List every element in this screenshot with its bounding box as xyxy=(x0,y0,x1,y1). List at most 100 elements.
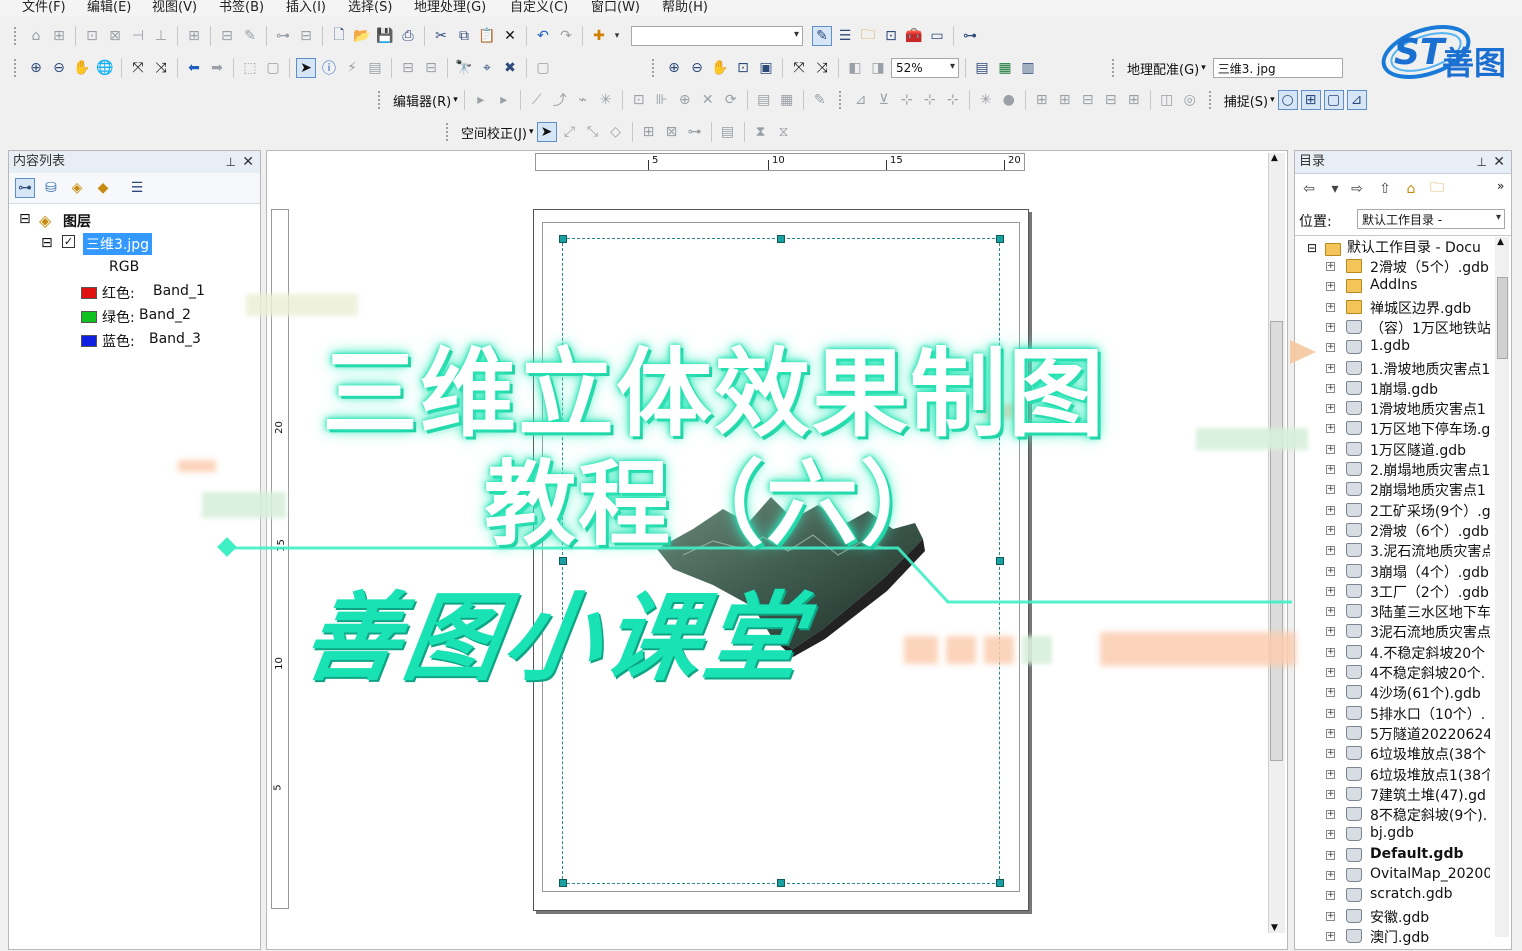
sketch-properties-icon[interactable]: ▦ xyxy=(777,90,797,110)
reshape-icon[interactable]: ⊠ xyxy=(105,26,125,46)
pan-icon[interactable]: ✋ xyxy=(72,58,92,78)
expand-icon[interactable]: + xyxy=(1326,789,1335,799)
collapse-layer-icon[interactable]: ⊟ xyxy=(41,235,53,251)
scroll-up-icon[interactable]: ▲ xyxy=(1271,153,1278,163)
catalog-item[interactable]: +1万区地下停车场.g xyxy=(1326,419,1490,439)
save-icon[interactable]: 💾 xyxy=(375,26,395,46)
expand-icon[interactable]: + xyxy=(1326,891,1335,901)
topo-edit-3-icon[interactable]: ⊹ xyxy=(943,90,963,110)
catalog-item[interactable]: +6垃圾堆放点1(38个 xyxy=(1326,765,1490,785)
arctoolbox-icon[interactable]: 🧰 xyxy=(904,26,924,46)
reshape-feature-icon[interactable]: ⊪ xyxy=(652,90,672,110)
view-link-table-icon[interactable]: ▤ xyxy=(718,122,738,142)
home-icon[interactable]: ⌂ xyxy=(1401,179,1421,199)
menu-insert[interactable]: 插入(I) xyxy=(286,0,326,15)
selection-handle[interactable] xyxy=(996,879,1004,887)
find-binoculars-icon[interactable]: 🔭 xyxy=(454,58,474,78)
edit-vertices-icon[interactable]: ⊡ xyxy=(82,26,102,46)
tool-icon[interactable]: ⊞ xyxy=(49,26,69,46)
edge-match-icon[interactable]: ⊠ xyxy=(662,122,682,142)
edit-vertices-tool-icon[interactable]: ⊡ xyxy=(629,90,649,110)
expand-icon[interactable]: + xyxy=(1326,465,1335,474)
xy-icon[interactable]: ✖ xyxy=(500,58,520,78)
topo-edit-2-icon[interactable]: ⊹ xyxy=(920,90,940,110)
expand-icon[interactable]: + xyxy=(1326,810,1335,820)
catalog-item[interactable]: +2滑坡（6个）.gdb xyxy=(1326,521,1490,541)
attribute-icon[interactable]: ⊟ xyxy=(217,26,237,46)
fixed-zoom-out-icon[interactable]: ⤨ xyxy=(151,58,171,78)
scrollbar-thumb[interactable] xyxy=(1497,277,1508,359)
expand-icon[interactable]: + xyxy=(1326,343,1335,353)
catalog-item[interactable]: +3.泥石流地质灾害点 xyxy=(1326,541,1490,561)
modify-link-icon[interactable]: ⤡ xyxy=(583,122,603,142)
layer-name-selected[interactable]: 三维3.jpg xyxy=(83,233,153,255)
new-displacement-link-icon[interactable]: ⤢ xyxy=(560,122,580,142)
table-icon[interactable]: ⊟ xyxy=(296,26,316,46)
parcel-4-icon[interactable]: ⊟ xyxy=(1101,90,1121,110)
redo-icon[interactable]: ↷ xyxy=(556,26,576,46)
pin-icon[interactable]: ⊥ xyxy=(226,151,236,173)
delete-icon[interactable]: ✕ xyxy=(500,26,520,46)
expand-icon[interactable]: + xyxy=(1326,708,1335,718)
snap-edge-icon[interactable]: ▢ xyxy=(1323,90,1344,110)
model-builder-icon[interactable]: ⊶ xyxy=(960,26,980,46)
new-document-icon[interactable]: 🗋 xyxy=(329,26,349,46)
expand-icon[interactable]: + xyxy=(1326,911,1335,921)
point-tool-icon[interactable]: ✳ xyxy=(596,90,616,110)
menu-bookmarks[interactable]: 书签(B) xyxy=(219,0,264,15)
topology-tool-icon[interactable]: ⊿ xyxy=(851,90,871,110)
expand-icon[interactable]: + xyxy=(1326,749,1335,759)
expand-icon[interactable]: + xyxy=(1326,850,1335,860)
catalog-item[interactable]: +4不稳定斜坡20个. xyxy=(1326,663,1490,683)
identify-icon[interactable]: ⌂ xyxy=(26,26,46,46)
edit-annotation-icon[interactable]: ▸ xyxy=(494,90,514,110)
expand-icon[interactable]: + xyxy=(1326,363,1335,373)
attributes-icon[interactable]: ▤ xyxy=(754,90,774,110)
parcel-icon[interactable]: ⊞ xyxy=(1032,90,1052,110)
layer-visibility-checkbox[interactable]: ✓ xyxy=(62,235,75,248)
location-combo[interactable]: 默认工作目录 - ▾ xyxy=(1357,209,1505,229)
list-by-selection-icon[interactable]: ◆ xyxy=(93,178,113,198)
pin-icon[interactable]: ⊥ xyxy=(1477,151,1487,173)
expand-icon[interactable]: + xyxy=(1326,728,1335,738)
catalog-item[interactable]: +1.gdb xyxy=(1326,338,1490,358)
chevron-down-icon[interactable]: ▾ xyxy=(612,26,622,46)
fixed-zoom-in-layout-icon[interactable]: ⤧ xyxy=(789,58,809,78)
catalog-item[interactable]: +2工矿采场(9个）.g xyxy=(1326,501,1490,521)
toggle-draft-icon[interactable]: ▤ xyxy=(972,58,992,78)
snap-vertex-icon[interactable]: ⊞ xyxy=(1300,90,1321,110)
catalog-item[interactable]: +1万区隧道.gdb xyxy=(1326,440,1490,460)
back-arrow-icon[interactable]: ⬅ xyxy=(184,58,204,78)
cut-icon[interactable]: ✂ xyxy=(431,26,451,46)
catalog-item[interactable]: + 澳门.gdb xyxy=(1326,927,1490,947)
catalog-item[interactable]: +3陆堇三水区地下车 xyxy=(1326,602,1490,622)
chevron-down-icon[interactable]: ▾ xyxy=(1325,179,1345,199)
zoom-percent-combo[interactable]: 52% ▾ xyxy=(891,58,959,78)
parcel-5-icon[interactable]: ⊞ xyxy=(1124,90,1144,110)
expand-icon[interactable]: + xyxy=(1326,586,1335,596)
catalog-item[interactable]: +1滑坡地质灾害点1 xyxy=(1326,399,1490,419)
identify-info-icon[interactable]: ⓘ xyxy=(319,58,339,78)
catalog-item[interactable]: + scratch.gdb xyxy=(1326,886,1490,906)
catalog-item[interactable]: + AddIns xyxy=(1326,277,1490,297)
table-of-contents-icon[interactable]: ☰ xyxy=(835,26,855,46)
zoom-whole-page-icon[interactable]: ⊡ xyxy=(733,58,753,78)
rotate-icon[interactable]: ⟳ xyxy=(721,90,741,110)
menu-customize[interactable]: 自定义(C) xyxy=(510,0,568,15)
catalog-item[interactable]: +5万隧道20220624 xyxy=(1326,724,1490,744)
close-icon[interactable]: ✕ xyxy=(242,151,254,173)
catalog-item[interactable]: +2.崩塌地质灾害点1 xyxy=(1326,460,1490,480)
connect-folder-icon[interactable]: 🗀 xyxy=(1427,179,1447,199)
menu-selection[interactable]: 选择(S) xyxy=(348,0,392,15)
time-slider-icon[interactable]: ⊟ xyxy=(421,58,441,78)
expand-icon[interactable]: + xyxy=(1326,647,1335,657)
fixed-zoom-in-icon[interactable]: ⤧ xyxy=(128,58,148,78)
go-forward-extent-icon[interactable]: ◨ xyxy=(868,58,888,78)
selection-handle[interactable] xyxy=(777,235,785,243)
expand-icon[interactable]: + xyxy=(1326,404,1335,414)
catalog-item[interactable]: + 禅城区边界.gdb xyxy=(1326,298,1490,318)
catalog-item[interactable]: + bj.gdb xyxy=(1326,825,1490,845)
expand-icon[interactable]: + xyxy=(1326,485,1335,495)
parcel-2-icon[interactable]: ⊞ xyxy=(1055,90,1075,110)
print-icon[interactable]: ⎙ xyxy=(398,26,418,46)
